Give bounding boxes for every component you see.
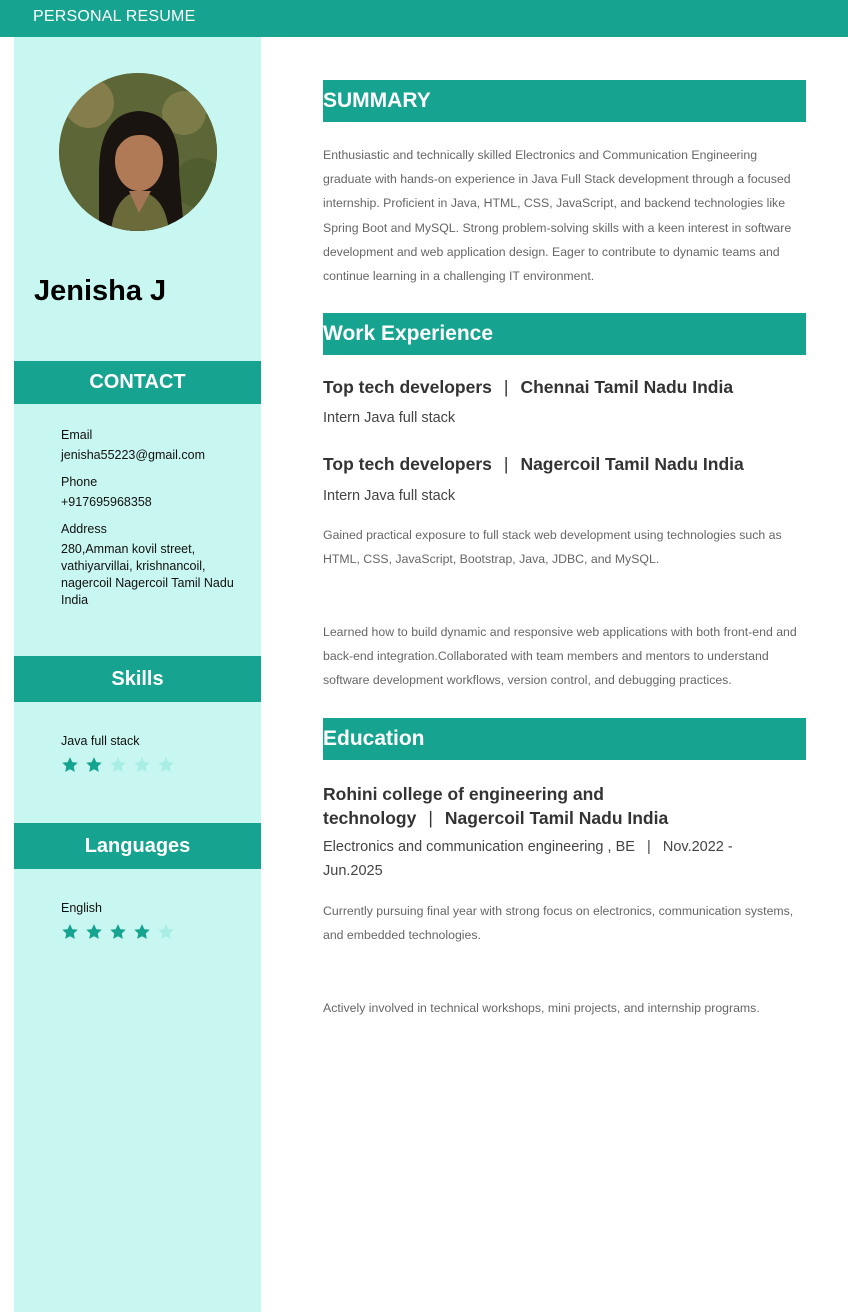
star-icon [158, 924, 174, 939]
education-description: Actively involved in technical workshops… [323, 1001, 760, 1015]
job-separator: | [503, 454, 509, 474]
job-location: Chennai Tamil Nadu India [520, 377, 734, 397]
sidebar: Jenisha J CONTACT Email jenisha55223@gma… [14, 37, 261, 1312]
email-value: jenisha55223@gmail.com [61, 448, 206, 462]
email-label: Email [61, 428, 93, 442]
education-heading: Education [323, 718, 806, 760]
avatar-portrait [59, 73, 217, 231]
job-title: Top tech developers | Chennai Tamil Nadu I… [323, 377, 806, 398]
job-company: Top tech developers [323, 377, 492, 397]
star-icon [86, 924, 102, 939]
work-description: Gained practical exposure to full stack … [323, 528, 782, 567]
job-title: Top tech developers | Nagercoil Tamil Nadu… [323, 454, 806, 475]
job-role: Intern Java full stack [323, 410, 456, 426]
languages-heading: Languages [14, 823, 261, 869]
phone-label: Phone [61, 475, 98, 489]
star-icon [158, 757, 174, 772]
resume-header-bar: PERSONAL RESUME [0, 0, 848, 37]
education-degree: Electronics and communication engineerin… [323, 839, 737, 879]
language-rating [61, 923, 175, 941]
address-label: Address [61, 522, 107, 536]
skill-item: Java full stack [61, 734, 175, 774]
star-icon [134, 924, 150, 939]
language-name: English [61, 901, 102, 915]
contact-details: Email jenisha55223@gmail.com Phone +9176… [61, 428, 241, 620]
work-heading: Work Experience [323, 313, 806, 355]
skill-name: Java full stack [61, 734, 140, 748]
education-location: Nagercoil Tamil Nadu India [444, 808, 669, 828]
job-role: Intern Java full stack [323, 488, 456, 504]
education-title: Rohini college of engineering and techno… [323, 782, 806, 830]
star-icon [62, 924, 78, 939]
skills-heading: Skills [14, 656, 261, 702]
star-icon [86, 757, 102, 772]
star-icon [134, 757, 150, 772]
job-separator: | [503, 377, 509, 397]
work-description: Learned how to build dynamic and respons… [323, 625, 797, 688]
star-icon [62, 757, 78, 772]
job-location: Nagercoil Tamil Nadu India [520, 454, 744, 474]
education-description: Currently pursuing final year with stron… [323, 904, 794, 943]
star-icon [110, 924, 126, 939]
address-value: 280,Amman kovil street, vathiyarvillai, … [61, 542, 234, 607]
resume-header-title: PERSONAL RESUME [33, 8, 196, 25]
summary-heading: SUMMARY [323, 80, 806, 122]
education-separator: | [428, 808, 433, 828]
contact-heading: CONTACT [14, 361, 261, 404]
language-item: English [61, 901, 175, 941]
summary-text: Enthusiastic and technically skilled Ele… [323, 148, 792, 284]
phone-value: +917695968358 [61, 495, 152, 509]
avatar [59, 73, 217, 231]
star-icon [110, 757, 126, 772]
profile-name: Jenisha J [34, 275, 167, 307]
job-company: Top tech developers [323, 454, 492, 474]
skill-rating [61, 756, 175, 774]
